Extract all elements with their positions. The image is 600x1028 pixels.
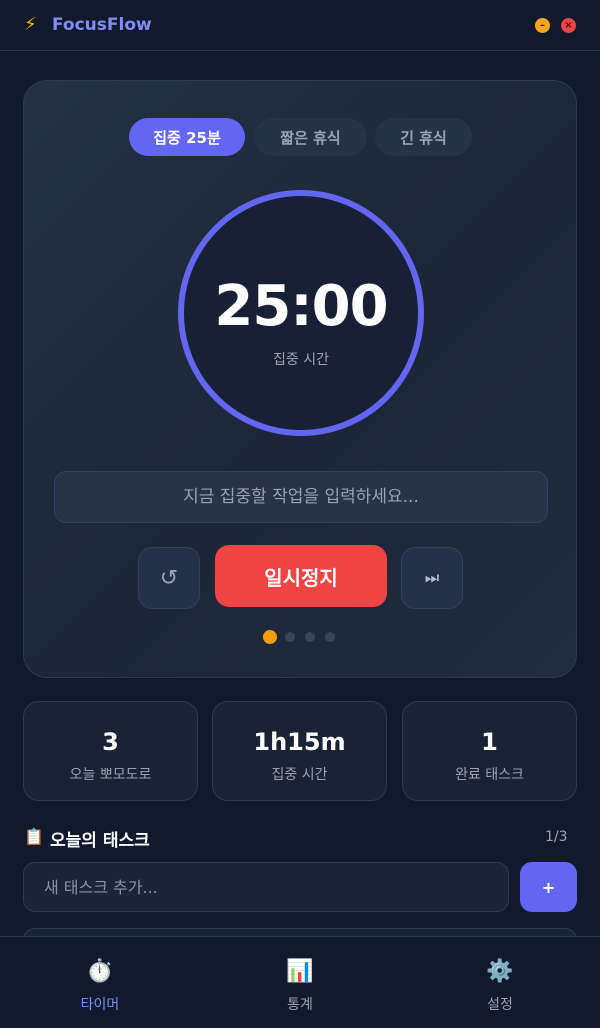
new-task-input[interactable]: [23, 862, 509, 912]
tab-focus[interactable]: 집중 25분: [129, 118, 245, 156]
stat-completed-tasks: 1 완료 태스크: [402, 701, 577, 801]
stat-value: 3: [102, 728, 119, 756]
title-bar: ⚡ FocusFlow – ×: [0, 0, 600, 51]
timer-display: 25:00: [214, 274, 388, 339]
session-dot: [305, 632, 315, 642]
stopwatch-icon: ⏱️: [86, 959, 114, 984]
chart-icon: 📊: [286, 959, 314, 984]
tasks-count: 1/3: [545, 829, 568, 845]
tab-short-break[interactable]: 짧은 휴식: [254, 118, 367, 156]
stat-pomodoros: 3 오늘 뽀모도로: [23, 701, 198, 801]
skip-icon: ⏭: [424, 568, 440, 587]
stat-value: 1h15m: [253, 728, 346, 756]
add-task-button[interactable]: +: [520, 862, 577, 912]
gear-icon: ⚙️: [486, 959, 514, 984]
focus-task-input[interactable]: [54, 471, 548, 523]
nav-settings[interactable]: ⚙️ 설정: [400, 937, 600, 1028]
tab-long-break[interactable]: 긴 휴식: [375, 118, 472, 156]
lightning-icon: ⚡: [24, 14, 37, 35]
stat-focus-time: 1h15m 집중 시간: [212, 701, 387, 801]
reset-icon: ↺: [159, 565, 179, 591]
session-dot: [325, 632, 335, 642]
clipboard-icon: 📋: [24, 827, 44, 846]
app-title: FocusFlow: [52, 15, 152, 35]
minimize-button[interactable]: –: [535, 18, 550, 33]
stat-label: 완료 태스크: [455, 767, 524, 783]
nav-timer[interactable]: ⏱️ 타이머: [0, 937, 200, 1028]
tasks-title: 오늘의 태스크: [50, 831, 150, 851]
stat-label: 집중 시간: [271, 767, 328, 783]
nav-label: 설정: [487, 997, 513, 1013]
session-dot: [285, 632, 295, 642]
close-button[interactable]: ×: [561, 18, 576, 33]
stat-label: 오늘 뽀모도로: [69, 767, 152, 783]
timer-ring: 25:00 집중 시간: [178, 190, 424, 436]
skip-button[interactable]: ⏭: [401, 547, 463, 609]
bottom-nav: ⏱️ 타이머 📊 통계 ⚙️ 설정: [0, 936, 600, 1028]
nav-label: 타이머: [80, 997, 120, 1013]
timer-card: 집중 25분 짧은 휴식 긴 휴식 25:00 집중 시간 ↺ 일시정지 ⏭: [23, 80, 577, 678]
nav-stats[interactable]: 📊 통계: [200, 937, 400, 1028]
timer-label: 집중 시간: [273, 352, 329, 368]
stat-value: 1: [481, 728, 498, 756]
pause-button[interactable]: 일시정지: [215, 545, 387, 607]
reset-button[interactable]: ↺: [138, 547, 200, 609]
session-dot: [263, 630, 277, 644]
nav-label: 통계: [287, 997, 313, 1013]
